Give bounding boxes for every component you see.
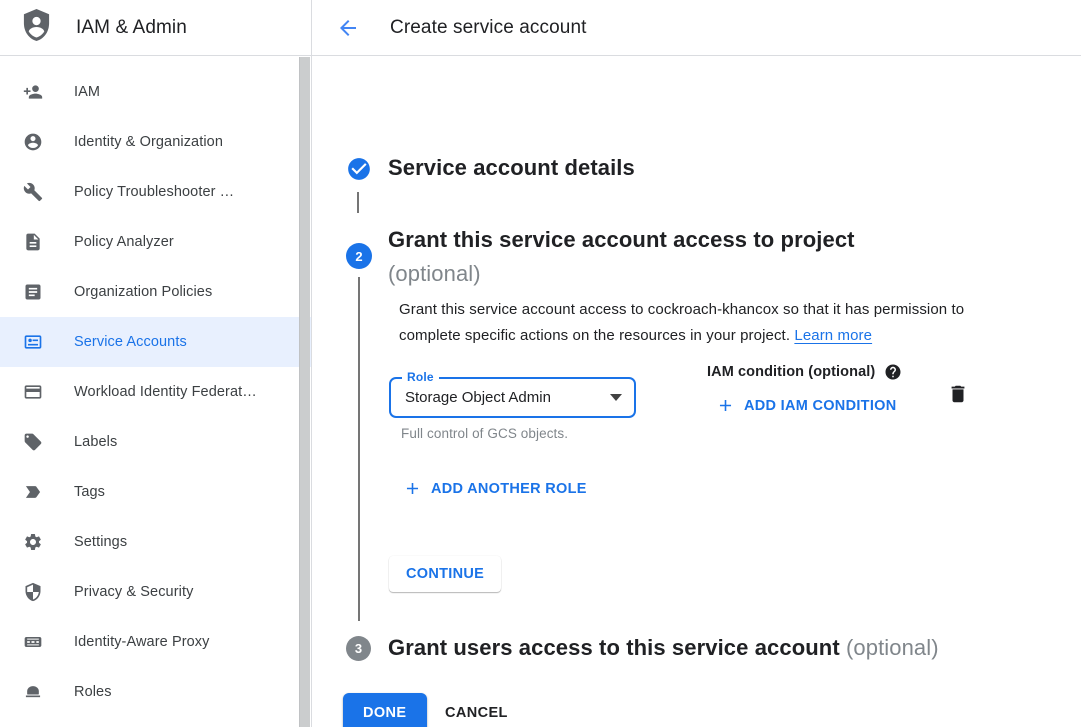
- sidebar-scrollbar[interactable]: [299, 57, 310, 727]
- sidebar-item-label: Identity & Organization: [74, 134, 223, 150]
- step2-optional-label: (optional): [388, 261, 481, 286]
- sidebar-item-workload-identity-federation[interactable]: Workload Identity Federat…: [0, 367, 311, 417]
- sidebar-item-iam[interactable]: IAM: [0, 67, 311, 117]
- gear-icon: [22, 531, 44, 553]
- hat-icon: [22, 681, 44, 703]
- sidebar-item-labels[interactable]: Labels: [0, 417, 311, 467]
- sidebar-item-label: Policy Analyzer: [74, 234, 174, 250]
- role-selected-value: Storage Object Admin: [405, 389, 610, 406]
- sidebar-item-identity-aware-proxy[interactable]: Identity-Aware Proxy: [0, 617, 311, 667]
- wrench-icon: [22, 181, 44, 203]
- wizard-content: Service account details 2 Grant this ser…: [312, 56, 1081, 727]
- sidebar-title: IAM & Admin: [76, 17, 187, 39]
- back-arrow-icon[interactable]: [332, 12, 364, 44]
- step1-title: Service account details: [388, 155, 635, 181]
- sidebar-item-organization-policies[interactable]: Organization Policies: [0, 267, 311, 317]
- account-circle-icon: [22, 131, 44, 153]
- iam-condition-label: IAM condition (optional): [707, 364, 875, 380]
- sidebar-item-label: Identity-Aware Proxy: [74, 634, 210, 650]
- trash-icon[interactable]: [947, 383, 969, 405]
- document-gear-icon: [22, 231, 44, 253]
- app-window: IAM & Admin IAM Identity & Organization …: [0, 0, 1081, 727]
- role-field-label: Role: [402, 370, 439, 384]
- add-another-role-button[interactable]: ADD ANOTHER ROLE: [403, 479, 587, 498]
- sidebar-item-identity-organization[interactable]: Identity & Organization: [0, 117, 311, 167]
- proxy-card-icon: [22, 631, 44, 653]
- role-select[interactable]: Role Storage Object Admin: [389, 377, 636, 418]
- sidebar-item-tags[interactable]: Tags: [0, 467, 311, 517]
- sidebar-header: IAM & Admin: [0, 0, 311, 56]
- stepper-connector: [358, 277, 360, 621]
- continue-button[interactable]: CONTINUE: [389, 556, 501, 592]
- shield-icon: [22, 581, 44, 603]
- sidebar-item-label: Labels: [74, 434, 117, 450]
- step1-check-circle-icon: [346, 156, 372, 182]
- card-icon: [22, 381, 44, 403]
- sidebar-item-service-accounts[interactable]: Service Accounts: [0, 317, 311, 367]
- sidebar-item-roles[interactable]: Roles: [0, 667, 311, 717]
- step2-number-circle: 2: [346, 243, 372, 269]
- iam-condition-header: IAM condition (optional): [707, 363, 902, 381]
- main-panel: Create service account Service account d…: [312, 0, 1081, 727]
- help-circle-icon[interactable]: [884, 363, 902, 381]
- sidebar-item-label: IAM: [74, 84, 100, 100]
- add-iam-condition-button[interactable]: ADD IAM CONDITION: [716, 396, 897, 415]
- label-tag-icon: [22, 431, 44, 453]
- step3-title: Grant users access to this service accou…: [388, 635, 939, 661]
- add-iam-condition-label: ADD IAM CONDITION: [744, 398, 897, 414]
- sidebar-item-label: Organization Policies: [74, 284, 212, 300]
- plus-icon: [403, 479, 422, 498]
- chevron-down-icon: [610, 394, 622, 401]
- sidebar-item-settings[interactable]: Settings: [0, 517, 311, 567]
- sidebar-item-label: Tags: [74, 484, 105, 500]
- step3-number-circle: 3: [346, 636, 371, 661]
- role-helper-text: Full control of GCS objects.: [401, 426, 568, 441]
- cancel-button[interactable]: CANCEL: [433, 693, 520, 727]
- learn-more-link[interactable]: Learn more: [794, 327, 872, 344]
- sidebar-item-label: Policy Troubleshooter …: [74, 184, 234, 200]
- step2-title-text: Grant this service account access to pro…: [388, 227, 855, 252]
- page-title: Create service account: [390, 17, 587, 39]
- tag-arrow-icon: [22, 481, 44, 503]
- step3-number: 3: [355, 641, 362, 656]
- sidebar-nav: IAM Identity & Organization Policy Troub…: [0, 56, 311, 717]
- step3-title-text: Grant users access to this service accou…: [388, 635, 840, 660]
- add-another-role-label: ADD ANOTHER ROLE: [431, 481, 587, 497]
- service-account-key-icon: [22, 331, 44, 353]
- sidebar-item-label: Settings: [74, 534, 127, 550]
- sidebar-item-policy-analyzer[interactable]: Policy Analyzer: [0, 217, 311, 267]
- done-button[interactable]: DONE: [343, 693, 427, 727]
- step2-number: 2: [355, 249, 362, 264]
- shield-person-icon: [21, 8, 52, 48]
- step2-description: Grant this service account access to coc…: [399, 297, 983, 348]
- sidebar-item-label: Workload Identity Federat…: [74, 384, 257, 400]
- sidebar-item-label: Privacy & Security: [74, 584, 193, 600]
- sidebar-item-policy-troubleshooter[interactable]: Policy Troubleshooter …: [0, 167, 311, 217]
- step2-description-text: Grant this service account access to coc…: [399, 301, 964, 344]
- plus-icon: [716, 396, 735, 415]
- step2-title: Grant this service account access to pro…: [388, 223, 855, 291]
- step3-optional-label: (optional): [846, 635, 939, 660]
- sidebar-item-label: Service Accounts: [74, 334, 187, 350]
- stepper-connector: [357, 192, 359, 213]
- sidebar-item-label: Roles: [74, 684, 112, 700]
- sidebar-item-privacy-security[interactable]: Privacy & Security: [0, 567, 311, 617]
- document-lines-icon: [22, 281, 44, 303]
- person-add-icon: [22, 81, 44, 103]
- main-header: Create service account: [312, 0, 1081, 56]
- sidebar: IAM & Admin IAM Identity & Organization …: [0, 0, 312, 727]
